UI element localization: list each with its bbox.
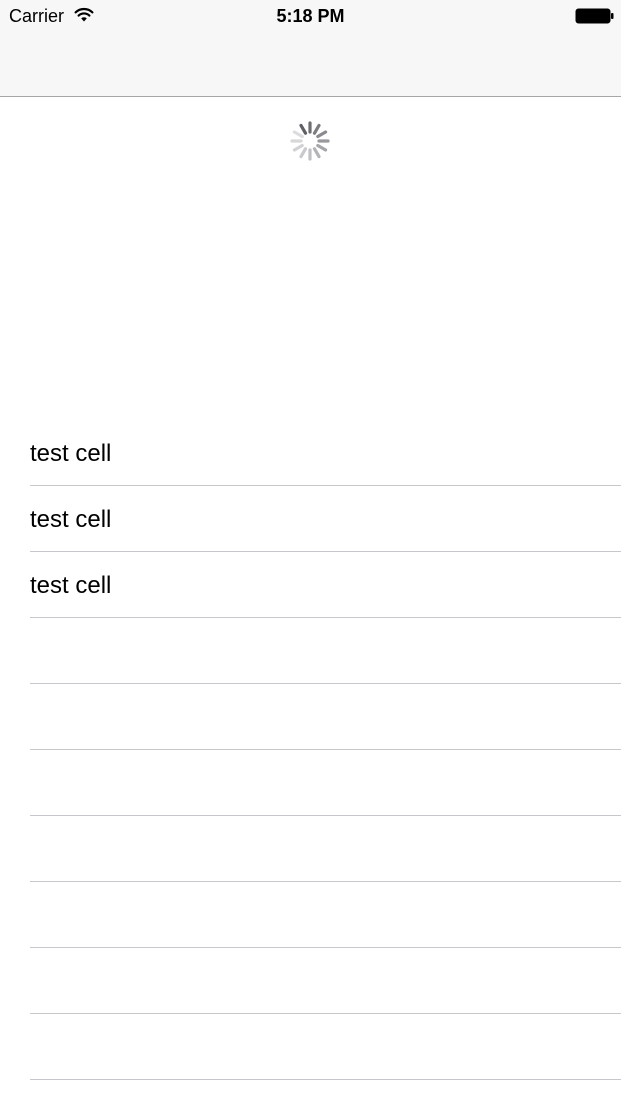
table-row[interactable]: test cell xyxy=(0,420,621,486)
table-row[interactable] xyxy=(0,750,621,816)
table-row[interactable] xyxy=(0,618,621,684)
battery-icon xyxy=(575,8,614,24)
screen: Carrier 5:18 PM test cell test cell test… xyxy=(0,0,621,1104)
clock: 5:18 PM xyxy=(276,6,345,26)
cell-label: test cell xyxy=(30,572,112,599)
table-row[interactable] xyxy=(0,684,621,750)
table-row[interactable] xyxy=(0,816,621,882)
table-row[interactable] xyxy=(0,1014,621,1080)
cell-label: test cell xyxy=(30,506,112,533)
table-row[interactable] xyxy=(0,882,621,948)
row-separator xyxy=(30,1079,621,1080)
navigation-bar: Carrier 5:18 PM xyxy=(0,0,621,97)
activity-spinner-icon xyxy=(290,121,330,161)
table-row[interactable]: test cell xyxy=(0,552,621,618)
table-view[interactable]: test cell test cell test cell xyxy=(0,420,621,1080)
table-row[interactable]: test cell xyxy=(0,486,621,552)
cell-label: test cell xyxy=(30,440,112,467)
table-row[interactable] xyxy=(0,948,621,1014)
